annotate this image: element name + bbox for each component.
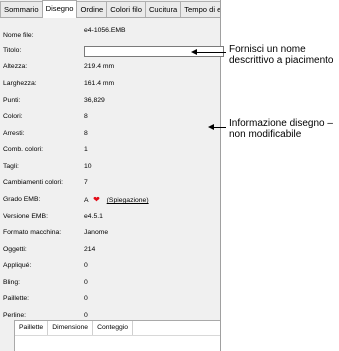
title-arrow-head	[191, 49, 197, 55]
value-paillette: 0	[84, 295, 88, 302]
title-arrow-line	[196, 52, 226, 53]
value-applique: 0	[84, 262, 88, 269]
label-paillette: Paillette:	[3, 295, 30, 302]
label-bling: Bling:	[3, 279, 21, 286]
label-grado-emb: Grado EMB:	[3, 196, 41, 203]
grid-header: Paillette Dimensione Conteggio	[15, 321, 220, 336]
info-arrow-line	[213, 127, 226, 128]
grid-col-conteggio[interactable]: Conteggio	[93, 321, 134, 335]
label-tagli: Tagli:	[3, 163, 19, 170]
value-nome-file: e4-1056.EMB	[84, 27, 126, 34]
value-colori: 8	[84, 113, 88, 120]
tab-ordine[interactable]: Ordine	[76, 1, 108, 17]
spiegazione-link[interactable]: (Spiegazione)	[107, 197, 149, 204]
tab-sommario[interactable]: Sommario	[0, 1, 43, 17]
value-arresti: 8	[84, 130, 88, 137]
value-tagli: 10	[84, 163, 92, 170]
tab-tempo-di-esecuzione[interactable]: Tempo di esecu	[180, 1, 220, 17]
tab-disegno[interactable]: Disegno	[41, 0, 78, 18]
tab-cucitura[interactable]: Cucitura	[144, 1, 182, 17]
value-punti: 36,829	[84, 97, 105, 104]
value-altezza: 219.4 mm	[84, 63, 115, 70]
info-arrow-head	[208, 124, 214, 130]
label-punti: Punti:	[3, 97, 21, 104]
tab-colori-filo[interactable]: Colori filo	[106, 1, 146, 17]
label-nome-file: Nome file:	[3, 32, 34, 39]
grid-col-paillette[interactable]: Paillette	[15, 321, 49, 335]
paillette-grid: Paillette Dimensione Conteggio	[14, 320, 220, 351]
label-versione-emb: Versione EMB:	[3, 213, 48, 220]
label-larghezza: Larghezza:	[3, 80, 37, 87]
label-formato-macchina: Formato macchina:	[3, 229, 62, 236]
grid-col-dimensione[interactable]: Dimensione	[48, 321, 94, 335]
label-cambiamenti-colori: Cambiamenti colori:	[3, 179, 64, 186]
label-oggetti: Oggetti:	[3, 246, 27, 253]
value-grado-emb: A	[84, 197, 89, 204]
value-versione-emb: e4.5.1	[84, 213, 103, 220]
label-titolo: Titolo:	[3, 47, 22, 54]
tab-bar: Sommario Disegno Ordine Colori filo Cuci…	[0, 0, 220, 18]
title-annotation: Fornisci un nome descrittivo a piaciment…	[229, 44, 334, 66]
grade-row: A ❤ (Spiegazione)	[84, 194, 149, 206]
label-colori: Colori:	[3, 113, 23, 120]
label-applique: Appliqué:	[3, 262, 32, 269]
label-arresti: Arresti:	[3, 130, 25, 137]
value-comb-colori: 1	[84, 146, 88, 153]
value-cambiamenti-colori: 7	[84, 179, 88, 186]
heart-icon: ❤	[93, 195, 100, 204]
value-larghezza: 161.4 mm	[84, 80, 115, 87]
value-formato-macchina: Janome	[84, 229, 109, 236]
value-oggetti: 214	[84, 246, 96, 253]
label-altezza: Altezza:	[3, 63, 28, 70]
info-annotation: Informazione disegno – non modificabile	[229, 118, 333, 140]
value-bling: 0	[84, 279, 88, 286]
label-comb-colori: Comb. colori:	[3, 146, 44, 153]
